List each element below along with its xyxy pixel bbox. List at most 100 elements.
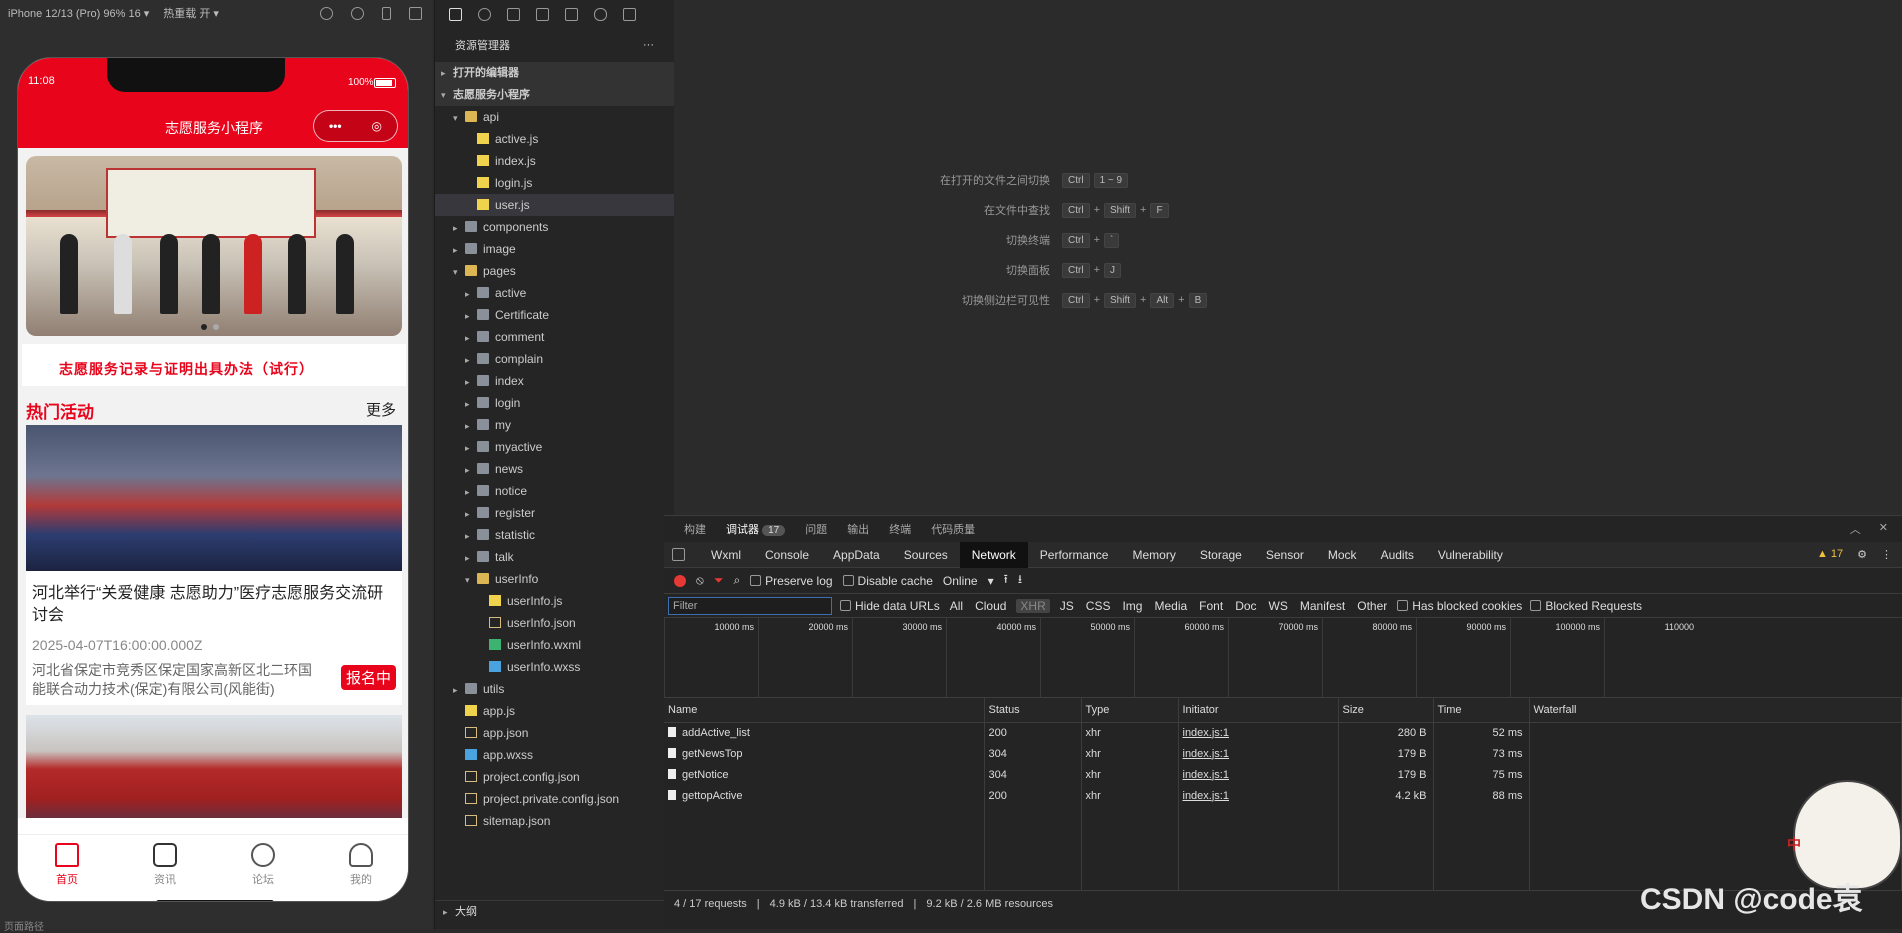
filter-type-media[interactable]: Media [1152, 599, 1189, 613]
file-tree-item[interactable]: ▸ complain [435, 348, 674, 370]
record-icon[interactable] [674, 574, 686, 587]
filter-type-ws[interactable]: WS [1267, 599, 1290, 613]
file-tree-item[interactable]: index.js [435, 150, 674, 172]
filter-type-doc[interactable]: Doc [1233, 599, 1258, 613]
tab-sensor[interactable]: Sensor [1254, 542, 1316, 568]
table-row[interactable]: gettopActive 200 xhr index.js:1 4.2 kB 88 ms [664, 785, 1902, 806]
file-tree-item[interactable]: login.js [435, 172, 674, 194]
search-icon[interactable] [478, 7, 491, 21]
file-tree-item[interactable]: ▸ news [435, 458, 674, 480]
file-tree-item[interactable]: project.private.config.json [435, 788, 674, 810]
filter-icon[interactable]: ⏷ [714, 573, 724, 588]
tab-performance[interactable]: Performance [1028, 542, 1121, 568]
source-control-icon[interactable] [507, 7, 520, 21]
inspect-icon[interactable] [672, 548, 685, 561]
phone-icon[interactable] [382, 6, 391, 20]
file-tree-item[interactable]: ▾ pages [435, 260, 674, 282]
tab-forum[interactable]: 论坛 [214, 835, 312, 901]
tab-appdata[interactable]: AppData [821, 542, 892, 568]
preserve-log-checkbox[interactable]: Preserve log [750, 574, 833, 588]
close-icon[interactable]: ◎ [372, 119, 382, 133]
filter-type-xhr[interactable]: XHR [1016, 598, 1050, 613]
filter-type-js[interactable]: JS [1058, 599, 1076, 613]
column-header[interactable]: Initiator [1178, 698, 1339, 723]
file-tree-item[interactable]: ▸ utils [435, 678, 674, 700]
file-tree-item[interactable]: ▸ register [435, 502, 674, 524]
file-tree-item[interactable]: ▾ userInfo [435, 568, 674, 590]
cell-initiator[interactable]: index.js:1 [1178, 722, 1339, 743]
activity-card[interactable]: 河北举行“关爱健康 志愿助力”医疗志愿服务交流研讨会 2025-04-07T16… [26, 425, 402, 705]
file-tree-item[interactable]: userInfo.js [435, 590, 674, 612]
column-header[interactable]: Type [1081, 698, 1179, 723]
tab-build[interactable]: 构建 [684, 521, 706, 537]
blocked-requests-checkbox[interactable]: Blocked Requests [1530, 599, 1642, 613]
import-icon[interactable]: ⭱ [1004, 570, 1008, 591]
blocked-cookies-checkbox[interactable]: Has blocked cookies [1397, 599, 1522, 613]
throttle-select[interactable]: Online ▾ [943, 574, 994, 588]
stop-icon[interactable] [351, 6, 364, 20]
explorer-menu-button[interactable]: ··· [643, 39, 654, 51]
outline-section[interactable]: ▸ 大纲 [435, 900, 675, 922]
file-tree-item[interactable]: ▸ login [435, 392, 674, 414]
column-header[interactable]: Status [984, 698, 1082, 723]
file-tree-item[interactable]: ▸ talk [435, 546, 674, 568]
file-tree-item[interactable]: ▸ active [435, 282, 674, 304]
tab-network[interactable]: Network [959, 541, 1028, 568]
file-tree-item[interactable]: ▸ index [435, 370, 674, 392]
more-icon[interactable]: ⋮ [1881, 548, 1892, 561]
table-row[interactable]: getNewsTop 304 xhr index.js:1 179 B 73 ms [664, 743, 1902, 764]
window-icon[interactable] [409, 6, 422, 20]
column-header[interactable]: Size [1338, 698, 1434, 723]
tab-audits[interactable]: Audits [1369, 542, 1426, 568]
tab-debugger[interactable]: 调试器 17 [726, 521, 786, 537]
file-tree-item[interactable]: ▸ myactive [435, 436, 674, 458]
filter-input[interactable]: Filter [668, 596, 832, 615]
filter-type-cloud[interactable]: Cloud [973, 599, 1008, 613]
tab-news[interactable]: 资讯 [116, 835, 214, 901]
file-tree-item[interactable]: ▸ statistic [435, 524, 674, 546]
file-tree-item[interactable]: project.config.json [435, 766, 674, 788]
table-row[interactable]: addActive_list 200 xhr index.js:1 280 B 52 ms [664, 722, 1902, 743]
search-icon[interactable]: ⌕ [733, 573, 740, 588]
settings-icon[interactable]: ⚙ [1857, 548, 1867, 561]
tab-output[interactable]: 输出 [847, 521, 869, 537]
tab-code-quality[interactable]: 代码质量 [931, 521, 975, 537]
filter-type-all[interactable]: All [948, 599, 965, 613]
file-tree-item[interactable]: active.js [435, 128, 674, 150]
tab-console[interactable]: Console [753, 542, 821, 568]
hide-data-urls-checkbox[interactable]: Hide data URLs [840, 599, 940, 613]
close-icon[interactable]: ✕ [1879, 521, 1888, 537]
tab-vulnerability[interactable]: Vulnerability [1426, 542, 1515, 568]
notice-bar[interactable]: 志愿服务记录与证明出具办法（试行） [22, 344, 406, 386]
file-tree-item[interactable]: app.js [435, 700, 674, 722]
file-tree-item[interactable]: ▸ comment [435, 326, 674, 348]
refresh-icon[interactable] [320, 6, 333, 20]
tab-storage[interactable]: Storage [1188, 542, 1254, 568]
file-tree-item[interactable]: sitemap.json [435, 810, 674, 832]
device-select[interactable]: iPhone 12/13 (Pro) 96% 16 ▾ [8, 7, 149, 20]
column-header[interactable]: Time [1433, 698, 1530, 723]
cell-initiator[interactable]: index.js:1 [1178, 743, 1339, 764]
export-icon[interactable]: ⭳ [1018, 570, 1022, 591]
file-tree-item[interactable]: ▸ components [435, 216, 674, 238]
more-link[interactable]: 更多 [366, 399, 396, 420]
file-tree-item[interactable]: user.js [435, 194, 674, 216]
file-tree-item[interactable]: userInfo.wxml [435, 634, 674, 656]
banner-image[interactable] [26, 156, 402, 336]
column-header[interactable]: Name [664, 698, 985, 723]
filter-type-manifest[interactable]: Manifest [1298, 599, 1347, 613]
filter-type-font[interactable]: Font [1197, 599, 1225, 613]
more-icon[interactable]: ••• [329, 119, 342, 133]
files-icon[interactable] [449, 7, 462, 21]
file-tree-item[interactable]: ▸ my [435, 414, 674, 436]
warning-badge[interactable]: ▲ 17 [1817, 548, 1843, 561]
tab-terminal[interactable]: 终端 [889, 521, 911, 537]
column-header[interactable]: Waterfall [1529, 698, 1902, 723]
file-tree-item[interactable]: userInfo.json [435, 612, 674, 634]
tab-home[interactable]: 首页 [18, 835, 116, 901]
hot-reload-toggle[interactable]: 热重载 开 ▾ [163, 5, 219, 21]
tab-problems[interactable]: 问题 [805, 521, 827, 537]
file-tree-item[interactable]: app.json [435, 722, 674, 744]
cell-initiator[interactable]: index.js:1 [1178, 764, 1339, 785]
disable-cache-checkbox[interactable]: Disable cache [842, 574, 933, 588]
